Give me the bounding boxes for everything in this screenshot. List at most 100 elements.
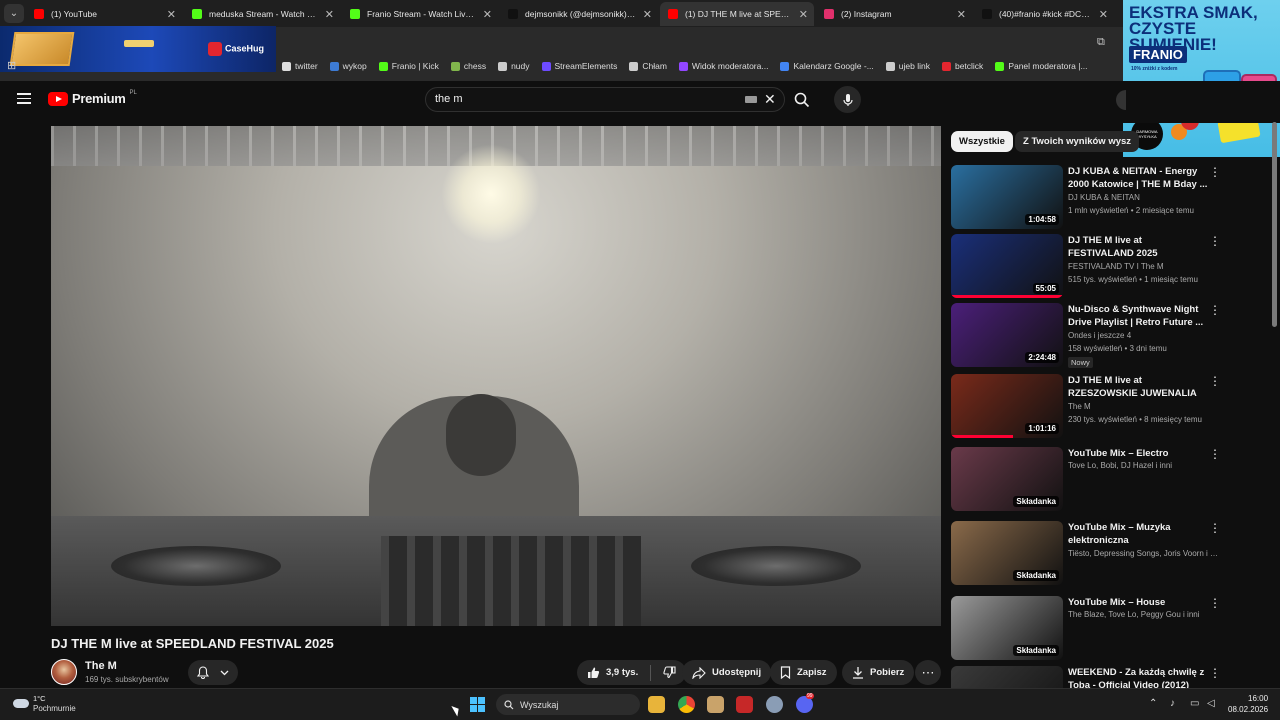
settings-gear-icon[interactable]: [766, 696, 783, 713]
subscribed-bell-button[interactable]: [188, 660, 238, 685]
bookmark-item[interactable]: betclick: [936, 58, 989, 74]
video-thumbnail[interactable]: 1:04:58: [951, 165, 1063, 229]
more-vert-icon[interactable]: ⋮: [1209, 448, 1221, 460]
bookmark-item[interactable]: Panel moderatora |...: [989, 58, 1093, 74]
page-scrollbar[interactable]: [1272, 122, 1277, 327]
cloud-icon[interactable]: [13, 699, 29, 708]
video-player[interactable]: [51, 126, 941, 626]
recommendation-item[interactable]: Składanka YouTube Mix – Muzyka elektronic…: [951, 521, 1231, 587]
clock-date[interactable]: 08.02.2026: [1228, 705, 1268, 714]
video-thumbnail[interactable]: Składanka: [951, 447, 1063, 511]
download-button[interactable]: Pobierz: [842, 660, 915, 685]
dislike-icon[interactable]: [663, 666, 676, 679]
bookmark-item[interactable]: wykop: [324, 58, 373, 74]
chevron-up-icon[interactable]: ⌃: [1149, 698, 1157, 709]
more-vert-icon[interactable]: ⋮: [1209, 166, 1221, 178]
video-thumbnail[interactable]: 1:01:16: [951, 374, 1063, 438]
recommendation-item[interactable]: Składanka YouTube Mix – House The Blaze, T…: [951, 596, 1231, 662]
youtube-premium-logo[interactable]: Premium PL: [48, 90, 137, 106]
browser-tab[interactable]: Franio Stream - Watch Live on ✕: [342, 2, 498, 26]
tab-close-icon[interactable]: ✕: [799, 8, 808, 21]
duration-badge: Składanka: [1013, 645, 1059, 656]
recommendation-item[interactable]: Składanka YouTube Mix – Electro Tove Lo, B…: [951, 447, 1231, 513]
bookmark-item[interactable]: Widok moderatora...: [673, 58, 775, 74]
bookmark-item[interactable]: nudy: [492, 58, 535, 74]
browser-tab[interactable]: (2) Instagram ✕: [816, 2, 972, 26]
bookmark-item[interactable]: StreamElements: [536, 58, 624, 74]
browser-tab[interactable]: (1) YouTube ✕: [26, 2, 182, 26]
more-vert-icon[interactable]: ⋮: [1209, 304, 1221, 316]
bookmark-item[interactable]: chess: [445, 58, 492, 74]
volume-icon[interactable]: ◁: [1207, 698, 1215, 709]
video-thumbnail[interactable]: Składanka: [951, 521, 1063, 585]
menu-icon[interactable]: [17, 93, 31, 104]
like-count[interactable]: 3,9 tys.: [606, 667, 638, 678]
more-vert-icon[interactable]: ⋮: [1209, 522, 1221, 534]
more-actions-button[interactable]: ⋯: [915, 660, 941, 685]
video-thumbnail[interactable]: 2:24:48: [951, 303, 1063, 367]
bookmark-favicon-icon: [329, 61, 339, 71]
more-vert-icon[interactable]: ⋮: [1209, 597, 1221, 609]
clock-time[interactable]: 16:00: [1248, 694, 1268, 703]
recommendation-title[interactable]: DJ THE M live at FESTIVALAND 2025: [1068, 234, 1208, 260]
recommendation-title[interactable]: Nu-Disco & Synthwave Night Drive Playlis…: [1068, 303, 1208, 329]
voice-search-button[interactable]: [834, 86, 861, 113]
recommendation-title[interactable]: DJ THE M live at RZESZOWSKIE JUWENALIA 2…: [1068, 374, 1208, 401]
franio-ad-banner[interactable]: EKSTRA SMAK, CZYSTE SUMIENIE! FRANIO 10%…: [1123, 0, 1280, 157]
tab-close-icon[interactable]: ✕: [325, 8, 334, 21]
bookmark-item[interactable]: ujeb link: [880, 58, 936, 74]
weather-description[interactable]: Pochmurnie: [33, 704, 76, 713]
start-button[interactable]: [470, 697, 485, 712]
tab-search-dropdown[interactable]: ⌄: [4, 4, 24, 23]
bookmark-item[interactable]: Kalendarz Google -...: [774, 58, 879, 74]
taskbar-search[interactable]: Wyszukaj: [496, 694, 640, 715]
browser-tab[interactable]: (40)#franio #kick #DC @franio ✕: [974, 2, 1114, 26]
microphone-icon[interactable]: ♪: [1170, 698, 1175, 709]
clear-search-icon[interactable]: ✕: [764, 91, 776, 108]
file-explorer-icon[interactable]: [648, 696, 665, 713]
more-vert-icon[interactable]: ⋮: [1209, 667, 1221, 679]
video-thumbnail[interactable]: 55:05: [951, 234, 1063, 298]
search-input[interactable]: [435, 93, 735, 105]
search-button[interactable]: [786, 87, 818, 112]
cast-icon[interactable]: ⧉: [1097, 36, 1105, 49]
bookmark-item[interactable]: twitter: [276, 58, 324, 74]
tab-close-icon[interactable]: ✕: [1099, 8, 1108, 21]
filter-chip-all[interactable]: Wszystkie: [951, 131, 1013, 152]
app-icon[interactable]: [707, 696, 724, 713]
app-icon[interactable]: [736, 696, 753, 713]
recommendation-title[interactable]: YouTube Mix – Electro: [1068, 447, 1208, 460]
weather-temperature[interactable]: 1°C: [33, 694, 46, 703]
recommendation-title[interactable]: YouTube Mix – Muzyka elektroniczna: [1068, 521, 1208, 547]
tab-close-icon[interactable]: ✕: [167, 8, 176, 21]
recommendation-item[interactable]: 2:24:48 Nu-Disco & Synthwave Night Drive …: [951, 303, 1231, 369]
browser-tab[interactable]: dejmsonikk (@dejmsonikk) | Ti ✕: [500, 2, 658, 26]
recommendation-item[interactable]: 1:04:58 DJ KUBA & NEITAN - Energy 2000 Ka…: [951, 165, 1231, 231]
casehug-ad-banner[interactable]: CaseHug: [0, 26, 276, 72]
browser-tab[interactable]: (1) DJ THE M live at SPEEDLAN ✕: [660, 2, 814, 26]
keyboard-icon[interactable]: [745, 96, 757, 103]
bookmark-item[interactable]: Chłam: [623, 58, 673, 74]
chrome-icon[interactable]: [678, 696, 695, 713]
recommendation-title[interactable]: YouTube Mix – House: [1068, 596, 1208, 609]
bookmark-item[interactable]: Franio | Kick: [373, 58, 445, 74]
channel-name[interactable]: The M: [85, 660, 117, 672]
tab-close-icon[interactable]: ✕: [957, 8, 966, 21]
more-vert-icon[interactable]: ⋮: [1209, 235, 1221, 247]
browser-tab[interactable]: meduska Stream - Watch Live o ✕: [184, 2, 340, 26]
tab-close-icon[interactable]: ✕: [643, 8, 652, 21]
video-thumbnail[interactable]: Składanka: [951, 596, 1063, 660]
share-button[interactable]: Udostępnij: [682, 660, 772, 685]
like-icon[interactable]: [587, 666, 600, 679]
filter-chip-your-searches[interactable]: Z Twoich wyników wysz: [1015, 131, 1140, 152]
more-vert-icon[interactable]: ⋮: [1209, 375, 1221, 387]
apps-grid-icon[interactable]: ⊞: [7, 61, 18, 72]
search-box[interactable]: [425, 87, 785, 112]
save-button[interactable]: Zapisz: [770, 660, 837, 685]
tab-close-icon[interactable]: ✕: [483, 8, 492, 21]
channel-avatar[interactable]: [51, 659, 77, 685]
recommendation-item[interactable]: 1:01:16 DJ THE M live at RZESZOWSKIE JUWE…: [951, 374, 1231, 440]
recommendation-item[interactable]: 55:05 DJ THE M live at FESTIVALAND 2025 FE…: [951, 234, 1231, 300]
recommendation-title[interactable]: DJ KUBA & NEITAN - Energy 2000 Katowice …: [1068, 165, 1208, 191]
network-icon[interactable]: ▭: [1190, 698, 1199, 709]
